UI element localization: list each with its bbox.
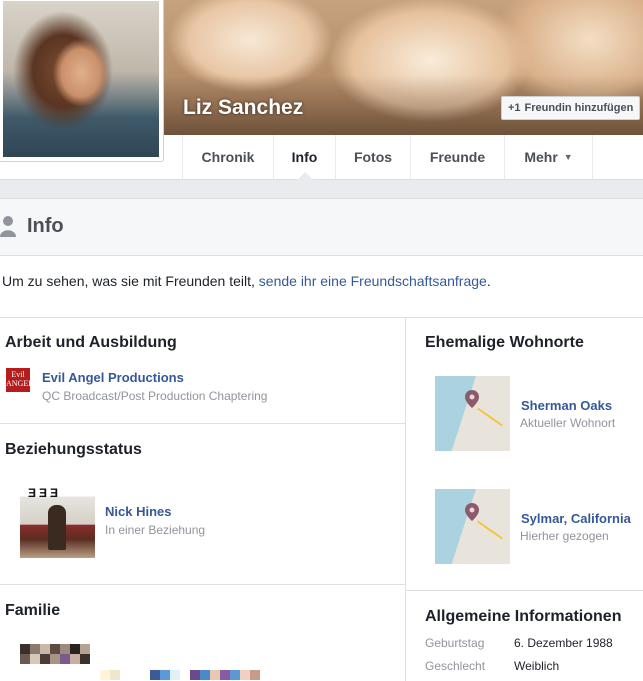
send-friend-request-link[interactable]: sende ihr eine Freundschaftsanfrage [259, 273, 487, 289]
profile-picture[interactable] [3, 1, 159, 157]
tab-chronik[interactable]: Chronik [182, 135, 273, 179]
tab-label: Mehr [524, 149, 558, 165]
relationship-section-title: Beziehungsstatus [5, 441, 142, 458]
work-section-title: Arbeit und Ausbildung [5, 334, 177, 351]
tab-label: Fotos [353, 149, 393, 165]
add-friend-icon: +1 [508, 102, 521, 114]
job-position: QC Broadcast/Post Production Chaptering [42, 389, 268, 403]
birthday-value: 6. Dezember 1988 [514, 636, 613, 650]
family-member-photo-row [20, 654, 90, 664]
place-sub: Hierher gezogen [520, 529, 609, 543]
employer-link[interactable]: Evil Angel Productions [42, 370, 184, 385]
tab-label: Chronik [201, 149, 255, 165]
family-member-photo[interactable] [100, 670, 120, 680]
info-header: Info [0, 198, 643, 256]
divider [0, 584, 406, 585]
family-section-title: Familie [5, 602, 61, 619]
partner-link[interactable]: Nick Hines [105, 504, 171, 519]
friend-request-notice: Um zu sehen, was sie mit Freunden teilt,… [0, 256, 643, 318]
divider [406, 590, 643, 591]
right-column: Ehemalige Wohnorte Sherman Oaks Aktuelle… [406, 318, 643, 681]
family-member-photo[interactable] [20, 644, 90, 654]
map-thumbnail[interactable] [435, 376, 510, 451]
relationship-status: In einer Beziehung [105, 523, 206, 537]
divider [0, 423, 406, 424]
notice-prefix: Um zu sehen, was sie mit Freunden teilt, [2, 273, 259, 289]
partner-photo[interactable]: ƎƎƎ [20, 483, 95, 558]
profile-name[interactable]: Liz Sanchez [183, 96, 303, 120]
employer-logo[interactable]: Evil ANGEL [6, 368, 33, 392]
family-member-photo[interactable] [190, 670, 260, 680]
tab-freunde[interactable]: Freunde [410, 135, 504, 179]
map-thumbnail[interactable] [435, 489, 510, 564]
birthday-label: Geburtstag [425, 636, 485, 650]
left-column: Arbeit und Ausbildung Evil ANGEL Evil An… [0, 318, 406, 681]
places-section-title: Ehemalige Wohnorte [425, 334, 584, 351]
notice-text: Um zu sehen, was sie mit Freunden teilt,… [2, 273, 491, 289]
map-land [448, 376, 510, 451]
tab-mehr[interactable]: Mehr ▼ [504, 135, 593, 179]
family-member-photo[interactable] [150, 670, 180, 680]
tab-info[interactable]: Info [273, 135, 335, 180]
chevron-down-icon: ▼ [563, 152, 573, 162]
page-title: Info [27, 215, 64, 237]
map-pin-icon [465, 503, 479, 521]
map-pin-icon [465, 390, 479, 408]
place-link[interactable]: Sherman Oaks [521, 398, 612, 413]
tab-fotos[interactable]: Fotos [335, 135, 410, 179]
general-section-title: Allgemeine Informationen [425, 608, 622, 625]
person-icon [0, 216, 16, 237]
place-link[interactable]: Sylmar, California [521, 511, 631, 526]
gender-label: Geschlecht [425, 659, 486, 673]
tab-label: Info [291, 149, 318, 165]
place-sub: Aktueller Wohnort [520, 416, 616, 430]
notice-end: . [486, 273, 491, 289]
tab-label: Freunde [429, 149, 486, 165]
gender-value: Weiblich [514, 659, 560, 673]
add-friend-button[interactable]: +1 Freundin hinzufügen [501, 96, 641, 120]
photo-graphic: ƎƎƎ [28, 486, 62, 500]
photo-figure [48, 505, 66, 550]
map-land [448, 489, 510, 564]
profile-picture-frame[interactable] [0, 0, 164, 162]
add-friend-label: Freundin hinzufügen [524, 102, 634, 114]
